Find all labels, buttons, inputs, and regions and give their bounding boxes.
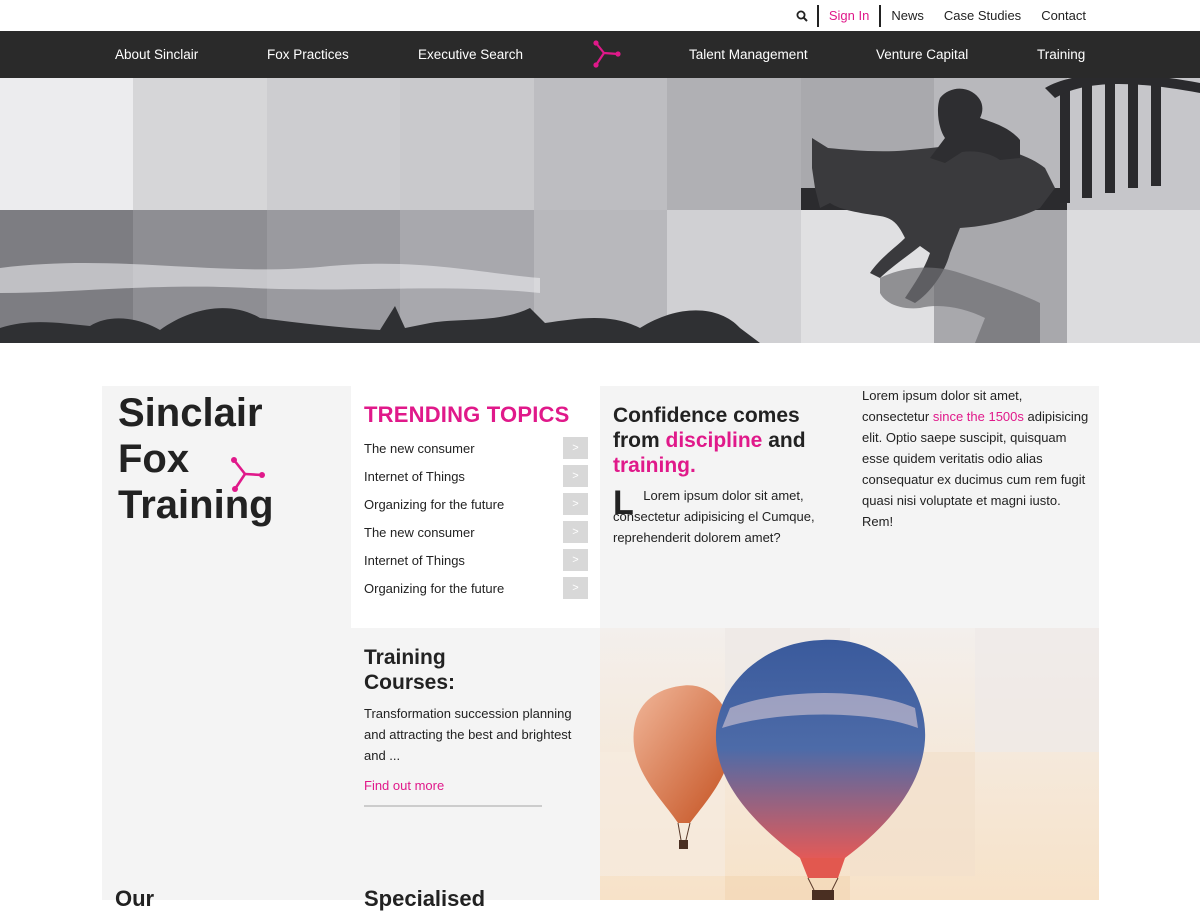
case-studies-link[interactable]: Case Studies <box>934 0 1031 31</box>
confidence-heading: Confidence comes from discipline and tra… <box>613 403 843 478</box>
balloon-image <box>600 628 1099 900</box>
find-out-more-link[interactable]: Find out more <box>364 778 444 793</box>
side-paragraph: Lorem ipsum dolor sit amet, consectetur … <box>862 385 1090 532</box>
nav-item-fox-practices[interactable]: Fox Practices <box>267 31 349 78</box>
trending-item-label: Internet of Things <box>364 468 465 484</box>
trending-item-label: The new consumer <box>364 440 475 456</box>
nav-item-about-sinclair[interactable]: About Sinclair <box>115 31 198 78</box>
training-courses-title: Training Courses: <box>364 645 455 695</box>
trending-list: The new consumer > Internet of Things > … <box>364 434 588 602</box>
trending-item-label: Organizing for the future <box>364 496 505 512</box>
confidence-heading-accent: training. <box>613 454 696 477</box>
confidence-paragraph-rest: consectetur adipisicing el Cumque, repre… <box>613 509 815 545</box>
utility-nav: Sign In News Case Studies Contact <box>787 0 1096 31</box>
our-heading: Our <box>115 886 155 911</box>
trending-item-label: The new consumer <box>364 524 475 540</box>
confidence-panel: Confidence comes from discipline and tra… <box>600 386 1099 628</box>
chevron-right-icon[interactable]: > <box>563 493 588 515</box>
hero-image <box>0 78 1200 343</box>
training-courses-text: Transformation succession planning and a… <box>364 706 572 763</box>
search-icon[interactable] <box>787 10 817 22</box>
nav-item-venture-capital[interactable]: Venture Capital <box>876 31 968 78</box>
confidence-paragraph: LLorem ipsum dolor sit amet, consectetur… <box>613 485 828 548</box>
content-grid: Sinclair Fox Training Our TRENDING TOPIC… <box>102 386 1099 911</box>
trending-item[interactable]: The new consumer > <box>364 518 588 546</box>
brand-panel: Sinclair Fox Training Our <box>102 386 351 911</box>
chevron-right-icon[interactable]: > <box>563 465 588 487</box>
nav-item-talent-management[interactable]: Talent Management <box>689 31 808 78</box>
chevron-right-icon[interactable]: > <box>563 577 588 599</box>
confidence-paragraph-first: Lorem ipsum dolor sit amet, <box>643 488 804 503</box>
trending-item[interactable]: Organizing for the future > <box>364 574 588 602</box>
divider <box>364 805 542 807</box>
nav-item-training[interactable]: Training <box>1037 31 1085 78</box>
training-courses-panel: Training Courses: Transformation success… <box>351 628 600 911</box>
trending-item[interactable]: The new consumer > <box>364 434 588 462</box>
brand-title-line: Sinclair <box>118 391 263 435</box>
news-link[interactable]: News <box>881 0 934 31</box>
chevron-right-icon[interactable]: > <box>563 437 588 459</box>
nav-item-executive-search[interactable]: Executive Search <box>418 31 523 78</box>
hot-air-balloon-illustration <box>600 628 1099 900</box>
contact-link[interactable]: Contact <box>1031 0 1096 31</box>
confidence-heading-text: and <box>762 429 806 452</box>
chevron-right-icon[interactable]: > <box>563 521 588 543</box>
trending-item[interactable]: Organizing for the future > <box>364 490 588 518</box>
chevron-right-icon[interactable]: > <box>563 549 588 571</box>
main-nav: About Sinclair Fox Practices Executive S… <box>0 31 1200 78</box>
side-paragraph-link[interactable]: since the 1500s <box>933 409 1024 424</box>
specialised-heading: Specialised <box>364 886 486 911</box>
training-courses-title-line: Courses: <box>364 671 456 694</box>
confidence-heading-accent: discipline <box>665 429 763 452</box>
fox-logo-icon <box>228 456 268 499</box>
trending-item[interactable]: Internet of Things > <box>364 546 588 574</box>
hero-horse-illustration <box>0 78 1200 343</box>
sign-in-link[interactable]: Sign In <box>819 0 879 31</box>
trending-item-label: Internet of Things <box>364 552 465 568</box>
utility-bar: Sign In News Case Studies Contact <box>0 0 1200 31</box>
trending-topics-panel: TRENDING TOPICS The new consumer > Inter… <box>351 386 600 628</box>
side-paragraph-text: adipisicing elit. Optio saepe suscipit, … <box>862 409 1089 529</box>
trending-item-label: Organizing for the future <box>364 580 505 596</box>
training-courses-title-line: Training <box>364 646 446 669</box>
fox-logo-icon[interactable] <box>590 39 624 71</box>
trending-title: TRENDING TOPICS <box>364 402 570 427</box>
trending-item[interactable]: Internet of Things > <box>364 462 588 490</box>
